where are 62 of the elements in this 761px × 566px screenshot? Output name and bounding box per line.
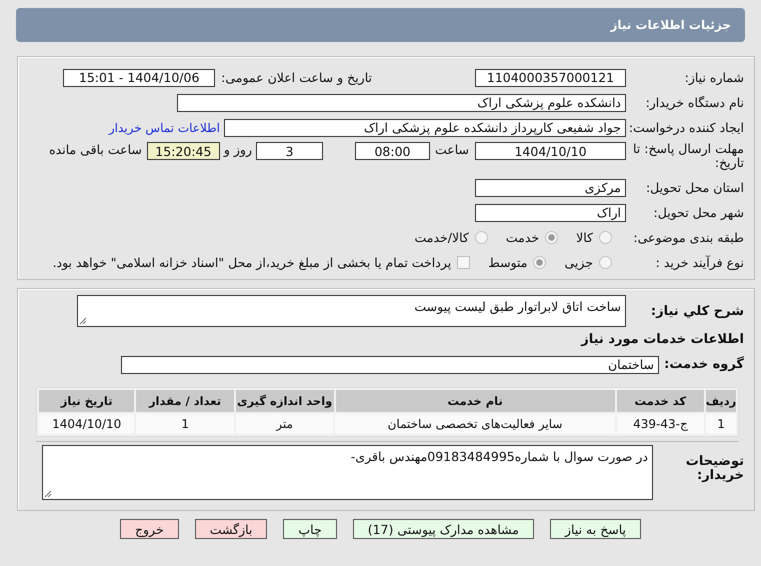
table-cell: 1 — [706, 414, 736, 434]
field-label: ایجاد کننده درخواست: — [628, 120, 744, 135]
table-cell: متر — [236, 414, 334, 434]
radio-label: کالا/خدمت — [414, 230, 469, 245]
table-cell: ج-43-439 — [616, 414, 704, 434]
days-label: روز و — [224, 142, 252, 157]
table-cell: 1404/10/10 — [39, 414, 134, 434]
column-header: نام خدمت — [336, 390, 615, 412]
action-button[interactable]: مشاهده مدارک پیوستی (17) — [352, 519, 534, 539]
radio-label: متوسط — [488, 255, 528, 270]
field-label: نام دستگاه خریدار: — [644, 95, 744, 110]
field-label: شماره نیاز: — [684, 70, 744, 85]
need-number-field: 1104000357000121 — [475, 68, 626, 86]
action-button[interactable]: بازگشت — [194, 519, 268, 539]
column-header: تعداد / مقدار — [136, 390, 234, 412]
buyer-org-field: دانشکده علوم پزشکی اراک — [177, 94, 626, 112]
days-field: 3 — [256, 142, 323, 160]
page-title: جزئیات اطلاعات نیاز — [610, 18, 731, 32]
field-label: توضیحات خریدار: — [684, 453, 744, 483]
column-header: تاریخ نیاز — [39, 390, 134, 412]
radio-button[interactable] — [545, 231, 558, 244]
service-group-field: ساختمان — [121, 356, 659, 374]
resize-grip-icon — [79, 317, 87, 325]
table-cell: سایر فعالیت‌های تخصصی ساختمان — [335, 414, 615, 434]
field-label: مهلت ارسال پاسخ: تا تاریخ: — [632, 142, 744, 170]
announce-date-field: 1404/10/06 - 15:01 — [63, 68, 216, 86]
remaining-time-field: 15:20:45 — [146, 142, 220, 160]
radio-button[interactable] — [599, 256, 612, 269]
checkbox-label: پرداخت تمام یا بخشی از مبلغ خرید،از محل "اسناد خزانه اسلامی" خواهد بود. — [52, 255, 452, 270]
radio-label: جزیی — [564, 255, 593, 270]
radio-button[interactable] — [599, 231, 612, 244]
field-label: گروه خدمت: — [663, 357, 744, 372]
action-button[interactable]: چاپ — [283, 519, 337, 539]
deadline-time-field: 08:00 — [354, 142, 430, 160]
field-label: استان محل تحویل: — [644, 180, 744, 195]
province-field: مرکزی — [475, 178, 626, 196]
column-header: ردیف — [706, 390, 736, 412]
contact-link[interactable]: اطلاعات تماس خریدار — [108, 120, 220, 134]
time-label: ساعت — [434, 142, 469, 157]
section-heading: اطلاعات خدمات مورد نياز — [581, 331, 744, 349]
radio-label: خدمت — [506, 230, 540, 245]
column-header: واحد اندازه گیری — [236, 390, 334, 412]
radio-button[interactable] — [474, 231, 488, 244]
deadline-date-field: 1404/10/10 — [475, 142, 626, 160]
remaining-label: ساعت باقی مانده — [49, 142, 142, 157]
field-label: شرح کلي نياز: — [650, 304, 744, 318]
summary-field: ساخت اتاق لابراتوار طبق لیست پیوست — [77, 295, 626, 327]
field-label: نوع فرآیند خرید : — [654, 255, 744, 270]
resize-grip-icon — [44, 490, 52, 498]
field-label: طبقه بندی موضوعی: — [632, 230, 744, 245]
column-header: کد خدمت — [616, 390, 704, 412]
table-cell: 1 — [136, 414, 234, 434]
radio-label: کالا — [576, 230, 593, 245]
action-button[interactable]: پاسخ به نیاز — [550, 519, 642, 539]
buyer-notes-field: در صورت سوال با شماره09183484995مهندس باقری- — [42, 445, 653, 500]
action-button[interactable]: خروج — [120, 519, 179, 539]
requester-field: جواد شفیعی کارپرداز دانشکده علوم پزشکی اراک — [224, 118, 626, 136]
city-field: اراک — [475, 204, 626, 222]
field-label: شهر محل تحویل: — [652, 205, 744, 220]
radio-button[interactable] — [533, 256, 546, 269]
field-label: تاریخ و ساعت اعلان عمومی: — [221, 70, 372, 85]
checkbox[interactable] — [457, 256, 470, 269]
